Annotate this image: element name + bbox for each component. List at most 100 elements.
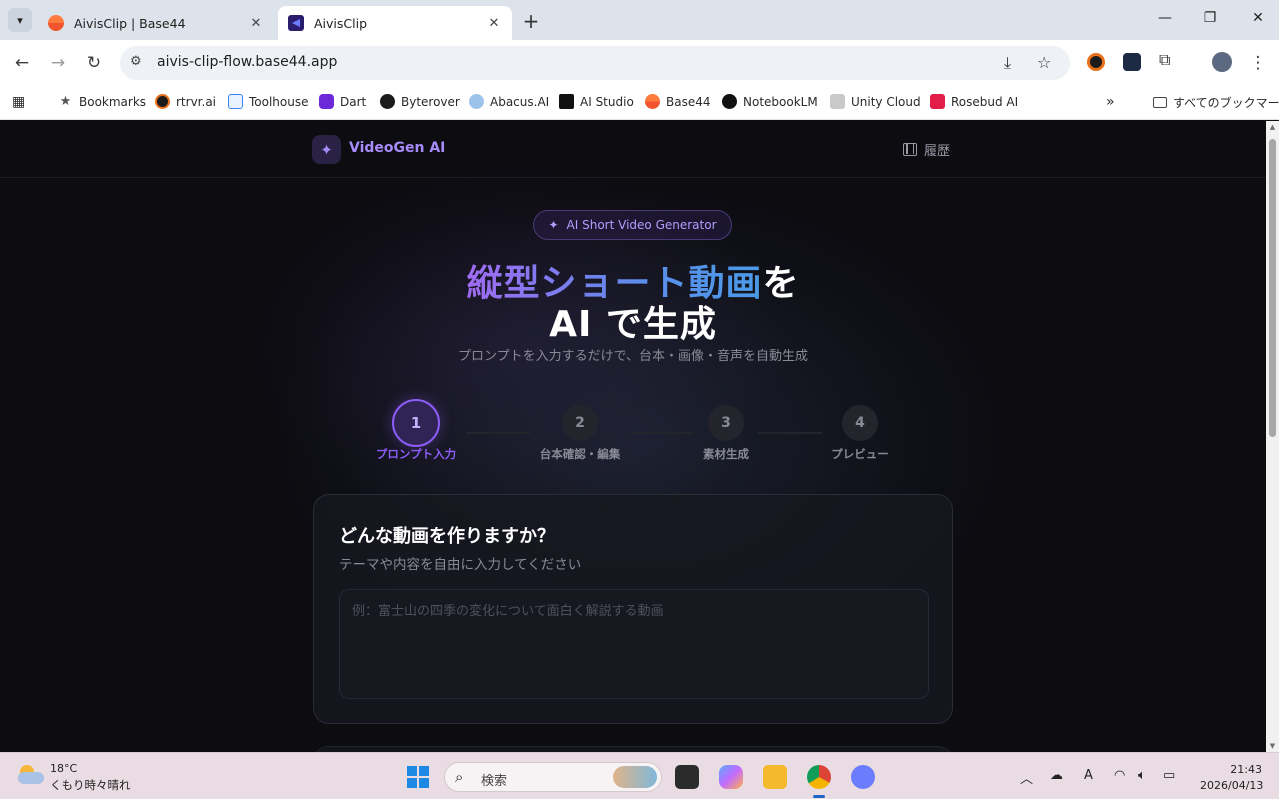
more-menu-icon[interactable]: ⋮ [1247, 53, 1269, 73]
badge-label: AI Short Video Generator [566, 218, 717, 232]
file-explorer-icon[interactable] [763, 765, 787, 789]
page-scrollbar[interactable]: ▲ ▼ [1266, 121, 1279, 752]
all-bookmarks-folder[interactable]: すべてのブックマーク [1153, 94, 1279, 111]
ime-icon[interactable]: A [1084, 768, 1093, 783]
rtrvr-icon [155, 94, 170, 109]
step-3[interactable]: 3 [702, 399, 750, 447]
url-text[interactable]: aivis-clip-flow.base44.app [157, 54, 337, 70]
windows-start-icon[interactable] [407, 766, 429, 788]
volume-icon[interactable]: 🔈︎ [1138, 768, 1146, 783]
sparkles-icon: ✦ [548, 218, 559, 232]
prompt-input[interactable] [339, 589, 929, 699]
profile-avatar[interactable] [1212, 52, 1232, 72]
byterover-icon [380, 94, 395, 109]
close-tab-icon[interactable]: ✕ [486, 16, 502, 31]
star-icon: ★ [59, 94, 72, 109]
battery-icon[interactable]: ▭ [1163, 768, 1175, 783]
install-app-icon[interactable]: ⤓ [1004, 53, 1011, 73]
app-page: ✦ VideoGen AI 履歴 ✦ AI Short Video Genera… [0, 121, 1266, 752]
bookmark-item[interactable]: Base44 [645, 94, 711, 109]
bookmark-item[interactable]: Toolhouse [228, 94, 309, 109]
tab-search-button[interactable]: ▾ [8, 8, 32, 32]
reload-icon[interactable]: ↻ [83, 53, 105, 73]
step-number: 4 [842, 405, 878, 441]
brand-name[interactable]: VideoGen AI [349, 140, 445, 156]
step-4[interactable]: 4 [836, 399, 884, 447]
browser-tab-strip: ▾ AivisClip | Base44 ✕ AivisClip ✕ + — ❐… [0, 0, 1279, 40]
search-placeholder: 検索 [481, 774, 508, 789]
copilot-icon[interactable] [719, 765, 743, 789]
bookmarks-bar: ▦ ★ Bookmarks rtrvr.ai Toolhouse Dart Byt… [0, 86, 1279, 120]
forward-arrow-icon[interactable]: → [47, 53, 69, 73]
history-button[interactable]: 履歴 [903, 140, 950, 159]
aivisclip-favicon-icon [288, 15, 304, 31]
bookmark-item[interactable]: Unity Cloud [830, 94, 921, 109]
search-icon: ⌕ [455, 768, 464, 786]
bookmark-star-icon[interactable]: ☆ [1037, 53, 1051, 72]
bookmark-item[interactable]: Dart [319, 94, 366, 109]
rosebud-icon [930, 94, 945, 109]
generator-badge: ✦ AI Short Video Generator [533, 210, 732, 240]
step-1[interactable]: 1 [392, 399, 440, 447]
apps-grid-icon[interactable]: ▦ [12, 94, 25, 110]
bookmark-item[interactable]: NotebookLM [722, 94, 818, 109]
page-subtitle: プロンプトを入力するだけで、台本・画像・音声を自動生成 [457, 349, 809, 364]
bookmark-item[interactable]: Byterover [380, 94, 460, 109]
bookmark-item[interactable]: AI Studio [559, 94, 634, 109]
page-title-line2: AI で生成 [549, 304, 717, 345]
chrome-icon[interactable] [807, 765, 831, 798]
taskbar-clock[interactable]: 21:43 2026/04/13 [1200, 762, 1263, 794]
history-label: 履歴 [924, 144, 951, 159]
rtrvr-extension-icon[interactable] [1087, 53, 1105, 71]
unity-icon [830, 94, 845, 109]
restore-window-icon[interactable]: ❐ [1200, 10, 1220, 26]
folder-icon [1153, 97, 1167, 108]
step-label: プレビュー [831, 447, 889, 461]
search-highlight-image [613, 766, 657, 788]
scroll-down-icon[interactable]: ▼ [1266, 742, 1279, 750]
step-2[interactable]: 2 [556, 399, 604, 447]
tab-title: AivisClip | Base44 [74, 15, 186, 31]
base44-favicon-icon [48, 15, 64, 31]
browser-tab-active[interactable]: AivisClip ✕ [278, 6, 512, 40]
bookmark-item[interactable]: Rosebud AI [930, 94, 1018, 109]
step-number: 3 [708, 405, 744, 441]
minimize-window-icon[interactable]: — [1155, 10, 1175, 26]
scrollbar-thumb[interactable] [1269, 139, 1276, 437]
back-arrow-icon[interactable]: ← [11, 53, 33, 73]
scroll-up-icon[interactable]: ▲ [1266, 123, 1279, 131]
show-hidden-icons-chevron-icon[interactable]: ︿ [1020, 768, 1033, 787]
more-bookmarks-icon[interactable]: » [1106, 94, 1115, 110]
bookmark-item[interactable]: ★ Bookmarks [58, 94, 146, 109]
site-settings-icon[interactable]: ⚙ [130, 54, 142, 69]
step-label: 台本確認・編集 [539, 447, 621, 461]
wifi-icon[interactable]: ◠ [1114, 768, 1125, 783]
weather-description[interactable]: くもり時々晴れ [50, 777, 131, 793]
app-icon[interactable] [851, 765, 875, 789]
prompt-card-title: どんな動画を作りますか？ [339, 526, 555, 547]
step-connector [466, 432, 530, 434]
taskbar-search[interactable]: ⌕ 検索 [444, 762, 662, 792]
step-label: プロンプト入力 [375, 447, 457, 461]
sparkles-logo-icon[interactable]: ✦ [312, 135, 341, 164]
weather-icon[interactable] [16, 763, 44, 787]
onedrive-icon[interactable]: ☁ [1050, 768, 1063, 783]
bookmark-item[interactable]: rtrvr.ai [155, 94, 216, 109]
extension-icon[interactable] [1123, 53, 1141, 71]
puzzle-extensions-icon[interactable]: ⧉ [1159, 50, 1177, 69]
browser-tab[interactable]: AivisClip | Base44 ✕ [38, 6, 274, 40]
step-number: 1 [392, 399, 440, 447]
step-connector [758, 432, 822, 434]
close-tab-icon[interactable]: ✕ [248, 16, 264, 31]
task-view-icon[interactable] [675, 765, 699, 789]
step-number: 2 [562, 405, 598, 441]
close-window-icon[interactable]: ✕ [1248, 10, 1268, 26]
windows-taskbar: 18°C くもり時々晴れ ⌕ 検索 ︿ ☁ A ◠ 🔈︎ ▭ 21:43 202… [0, 752, 1279, 799]
dart-icon [319, 94, 334, 109]
notebooklm-icon [722, 94, 737, 109]
address-bar[interactable]: ⚙ aivis-clip-flow.base44.app ⤓ ☆ [120, 46, 1070, 80]
new-tab-button[interactable]: + [520, 9, 542, 33]
base44-icon [645, 94, 660, 109]
weather-temperature[interactable]: 18°C [50, 762, 77, 775]
bookmark-item[interactable]: Abacus.AI [469, 94, 549, 109]
